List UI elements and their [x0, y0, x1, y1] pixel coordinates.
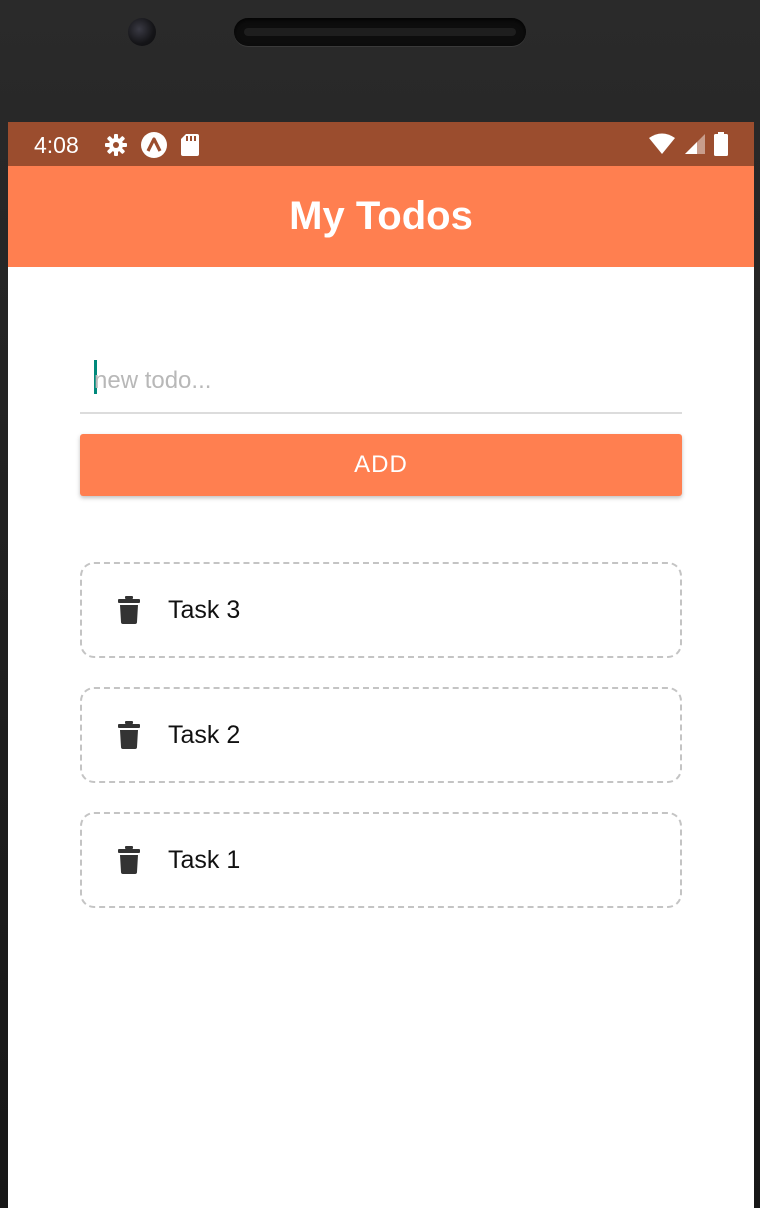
add-button[interactable]: ADD	[80, 434, 682, 496]
status-notification-icons	[104, 131, 200, 164]
status-time: 4:08	[34, 132, 79, 158]
status-bar: 4:08	[8, 122, 754, 166]
settings-icon	[104, 133, 128, 162]
trash-icon[interactable]	[118, 596, 140, 624]
todo-list: Task 3 Task 2 Task 1	[80, 562, 682, 908]
todo-item[interactable]: Task 2	[80, 687, 682, 783]
todo-text: Task 2	[168, 720, 241, 749]
new-todo-field	[80, 352, 682, 414]
earpiece-speaker	[234, 18, 526, 46]
app-header: My Todos	[8, 166, 754, 267]
status-system-icons	[648, 132, 728, 161]
app-screen: 4:08 My Todos new todo... ADD Task 3 Tas…	[8, 122, 754, 1208]
sd-card-icon	[180, 133, 200, 162]
trash-icon[interactable]	[118, 721, 140, 749]
todo-item[interactable]: Task 3	[80, 562, 682, 658]
trash-icon[interactable]	[118, 846, 140, 874]
wifi-icon	[648, 133, 676, 160]
cellular-signal-icon	[684, 133, 706, 160]
app-a-icon	[140, 131, 168, 164]
battery-icon	[714, 132, 728, 161]
page-title: My Todos	[289, 194, 473, 238]
main-content: ADD Task 3	[8, 352, 754, 908]
todo-item[interactable]: Task 1	[80, 812, 682, 908]
phone-frame: 4:08 My Todos new todo... ADD Task 3 Tas…	[0, 0, 760, 1208]
new-todo-input[interactable]	[80, 352, 682, 410]
todo-text: Task 1	[168, 845, 241, 874]
todo-text: Task 3	[168, 595, 241, 624]
front-camera	[128, 18, 156, 46]
